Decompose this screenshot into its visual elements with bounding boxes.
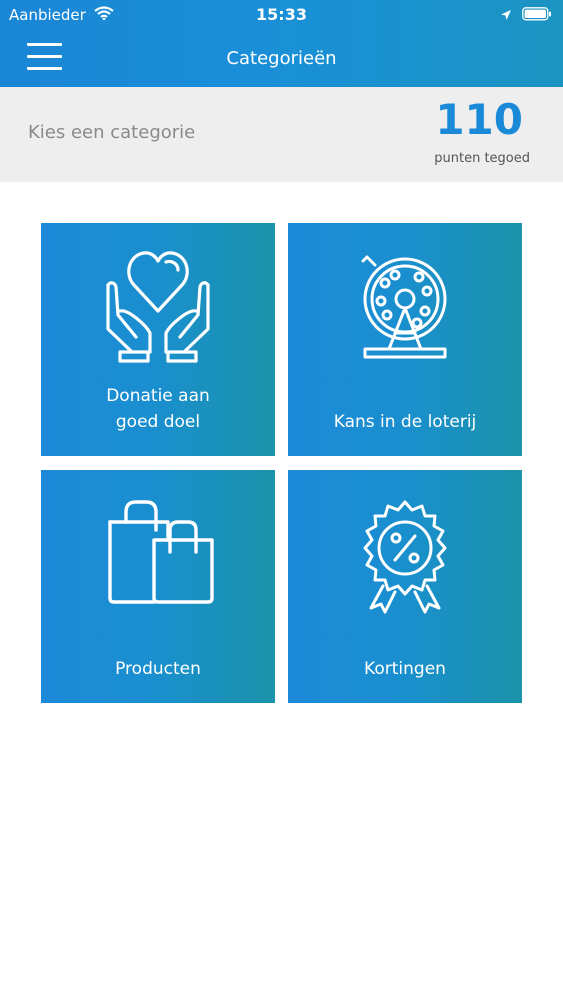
- discount-badge-icon: [288, 498, 522, 614]
- category-label-line: goed doel: [115, 412, 201, 432]
- app-header: Aanbieder 15:33 Categorieën: [0, 0, 563, 87]
- category-tile-discounts[interactable]: Kortingen: [288, 470, 522, 703]
- category-label: Kans in de loterij: [333, 412, 477, 432]
- battery-icon: [522, 7, 552, 25]
- category-tile-donation[interactable]: Donatie aan goed doel: [41, 223, 275, 456]
- location-arrow-icon: [500, 7, 512, 25]
- points-label: punten tegoed: [434, 151, 530, 166]
- points-balance: 110: [435, 95, 523, 144]
- status-clock: 15:33: [256, 5, 307, 24]
- points-bar: Kies een categorie 110 punten tegoed: [0, 87, 563, 182]
- shopping-bags-icon: [41, 500, 275, 606]
- category-prompt: Kies een categorie: [28, 122, 196, 143]
- status-bar: Aanbieder 15:33: [0, 0, 563, 30]
- category-label: Producten: [115, 659, 201, 679]
- category-label: Donatie aan goed doel: [49, 383, 267, 435]
- category-tile-lottery[interactable]: Kans in de loterij: [288, 223, 522, 456]
- category-label-line: Donatie aan: [106, 386, 210, 406]
- page-title: Categorieën: [226, 48, 337, 69]
- lottery-drum-icon: [288, 253, 522, 363]
- category-label: Kortingen: [364, 659, 446, 679]
- heart-hands-icon: [41, 247, 275, 365]
- category-tile-products[interactable]: Producten: [41, 470, 275, 703]
